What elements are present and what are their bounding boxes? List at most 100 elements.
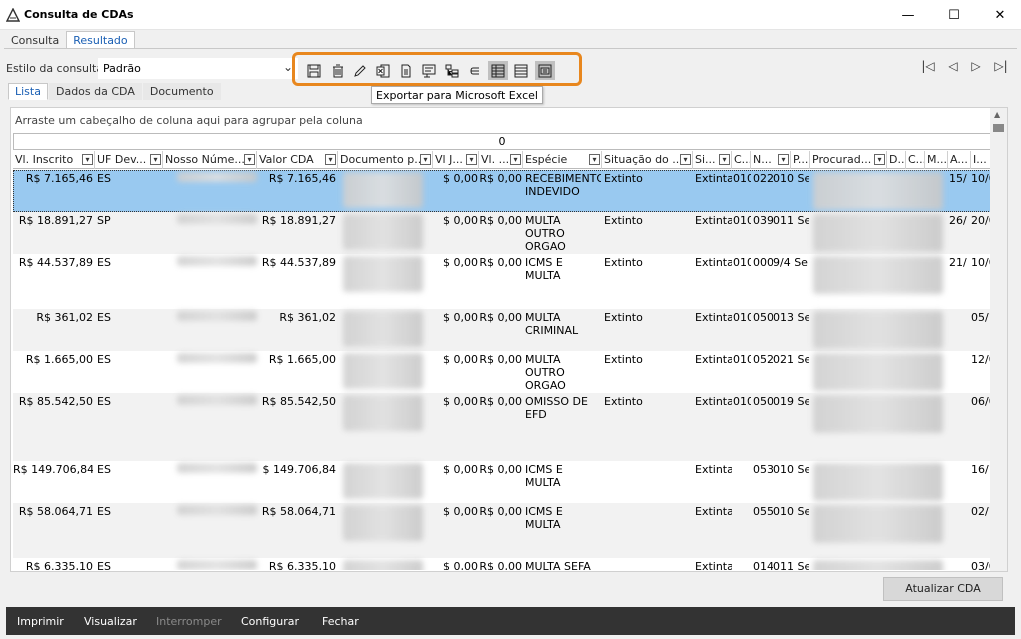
window-title: Consulta de CDAs [24, 8, 134, 21]
column-header[interactable]: D... [887, 151, 906, 169]
column-header[interactable]: Procurad... ▾ [810, 151, 887, 169]
vertical-scrollbar[interactable]: ▲ [990, 108, 1007, 571]
close-button[interactable]: ✕ [977, 0, 1021, 30]
maximize-button[interactable]: ☐ [931, 0, 977, 30]
table-row[interactable]: R$ 58.064,71 ES R$ 58.064,71 $ 0,00 R$ 0,00 I… [13, 503, 991, 558]
cell-uf: ES [97, 353, 111, 366]
redacted-value [177, 505, 257, 515]
column-header[interactable]: A... [948, 151, 971, 169]
arrow-right-icon: ▷ [971, 59, 981, 73]
cell-i: 16/1 [971, 463, 991, 476]
table-row[interactable]: R$ 361,02 ES R$ 361,02 $ 0,00 R$ 0,00 MULTA C… [13, 309, 991, 351]
first-record-button[interactable]: |◁ [918, 57, 938, 75]
cell-i: 06/0 [971, 395, 991, 408]
filter-dropdown-icon[interactable]: ▾ [466, 154, 477, 165]
tab-resultado[interactable]: Resultado [66, 31, 135, 49]
filter-dropdown-icon[interactable]: ▾ [325, 154, 336, 165]
sub-tabs: Lista Dados da CDA Documento [8, 83, 222, 100]
card-view-button[interactable] [535, 61, 555, 80]
filter-dropdown-icon[interactable]: ▾ [719, 154, 730, 165]
delete-layout-button[interactable] [328, 61, 348, 80]
column-header[interactable]: Vl. Inscrito ▾ [13, 151, 95, 169]
column-header[interactable]: Espécie ▾ [523, 151, 602, 169]
filter-dropdown-icon[interactable]: ▾ [874, 154, 885, 165]
configurar-button[interactable]: Configurar [241, 615, 299, 628]
column-header[interactable]: M... [925, 151, 948, 169]
column-header[interactable]: P... [791, 151, 810, 169]
table-row[interactable]: R$ 1.665,00 ES R$ 1.665,00 $ 0,00 R$ 0,00 MUL… [13, 351, 991, 393]
fechar-button[interactable]: Fechar [322, 615, 359, 628]
cell-vl-j: $ 0,00 [443, 214, 478, 227]
redacted-value [177, 311, 257, 321]
tab-dados-cda[interactable]: Dados da CDA [48, 83, 142, 100]
edit-button[interactable] [350, 61, 370, 80]
tab-lista[interactable]: Lista [8, 83, 48, 100]
cell-vl-j: $ 0,00 [443, 353, 478, 366]
column-header[interactable]: UF Dev... ▾ [95, 151, 163, 169]
column-header[interactable]: N... ▾ [751, 151, 791, 169]
column-header[interactable]: Valor CDA ▾ [257, 151, 338, 169]
filter-dropdown-icon[interactable]: ▾ [150, 154, 161, 165]
cell-uf: ES [97, 395, 111, 408]
report-button[interactable] [419, 61, 439, 80]
column-header[interactable]: Nosso Núme... ▾ [163, 151, 257, 169]
cell-c: 010 [733, 256, 751, 269]
next-record-button[interactable]: ▷ [966, 57, 986, 75]
column-header[interactable]: C... [906, 151, 925, 169]
filter-dropdown-icon[interactable]: ▾ [82, 154, 93, 165]
band-header: 0 [13, 133, 991, 150]
previous-record-button[interactable]: ◁ [943, 57, 963, 75]
tab-consulta[interactable]: Consulta [4, 31, 66, 49]
column-header[interactable]: Vl. ... ▾ [479, 151, 523, 169]
column-header[interactable]: Si... ▾ [693, 151, 732, 169]
group-by-hint: Arraste um cabeçalho de coluna aqui para… [15, 114, 363, 127]
cell-a: 15/ [949, 172, 967, 185]
cell-especie: MULTA SEFA [525, 560, 591, 570]
table-row[interactable]: R$ 44.537,89 ES R$ 44.537,89 $ 0,00 R$ 0,00 I… [13, 254, 991, 309]
tree-button[interactable] [442, 61, 462, 80]
save-layout-button[interactable] [304, 61, 324, 80]
redacted-value [343, 395, 423, 431]
imprimir-button[interactable]: Imprimir [17, 615, 64, 628]
filter-dropdown-icon[interactable]: ▾ [589, 154, 600, 165]
redacted-value [813, 505, 943, 543]
redacted-value [177, 463, 257, 473]
filter-dropdown-icon[interactable]: ▾ [680, 154, 691, 165]
tab-documento[interactable]: Documento [142, 83, 221, 100]
last-record-button[interactable]: ▷| [991, 57, 1011, 75]
filter-dropdown-icon[interactable]: ▾ [778, 154, 789, 165]
export-excel-button[interactable] [373, 61, 393, 80]
filter-dropdown-icon[interactable]: ▾ [244, 154, 255, 165]
column-header[interactable]: I... [971, 151, 991, 169]
collapse-button[interactable] [465, 61, 485, 80]
cell-uf: ES [97, 172, 111, 185]
atualizar-cda-button[interactable]: Atualizar CDA [883, 577, 1003, 601]
scroll-up-icon[interactable]: ▲ [994, 110, 1000, 119]
interromper-button[interactable]: Interromper [156, 615, 222, 628]
minimize-button[interactable]: — [885, 0, 931, 30]
redacted-value [813, 311, 943, 349]
filter-dropdown-icon[interactable]: ▾ [420, 154, 431, 165]
estilo-select[interactable]: Padrão ⌄ [98, 58, 298, 79]
column-header[interactable]: Documento p... ▾ [338, 151, 433, 169]
table-row[interactable]: R$ 18.891,27 SP R$ 18.891,27 $ 0,00 R$ 0,00 M… [13, 212, 991, 254]
estilo-label: Estilo da consulta [6, 62, 104, 75]
grid-view-button[interactable] [488, 61, 508, 80]
list-view-button[interactable] [511, 61, 531, 80]
cell-vl: R$ 0,00 [479, 505, 522, 518]
column-header[interactable]: C... [732, 151, 751, 169]
table-row[interactable]: R$ 85.542,50 ES R$ 85.542,50 $ 0,00 R$ 0,00 O… [13, 393, 991, 461]
table-row[interactable]: R$ 7.165,46 ES R$ 7.165,46 $ 0,00 R$ 0,00 REC… [13, 170, 991, 212]
scroll-thumb[interactable] [993, 124, 1004, 132]
tree-icon [445, 64, 459, 77]
table-row[interactable]: R$ 149.706,84 ES $ 149.706,84 $ 0,00 R$ 0,00… [13, 461, 991, 503]
column-header[interactable]: Situação do ... ▾ [602, 151, 693, 169]
cell-vl-inscrito: R$ 58.064,71 [18, 505, 93, 518]
table-row[interactable]: R$ 6.335,10 ES R$ 6.335,10 $ 0,00 R$ 0,00 MUL… [13, 558, 991, 570]
redacted-value [343, 172, 423, 208]
visualizar-button[interactable]: Visualizar [84, 615, 137, 628]
filter-dropdown-icon[interactable]: ▾ [510, 154, 521, 165]
cell-si: Extinta [695, 214, 732, 227]
export-document-button[interactable] [396, 61, 416, 80]
column-header[interactable]: Vl J... ▾ [433, 151, 479, 169]
